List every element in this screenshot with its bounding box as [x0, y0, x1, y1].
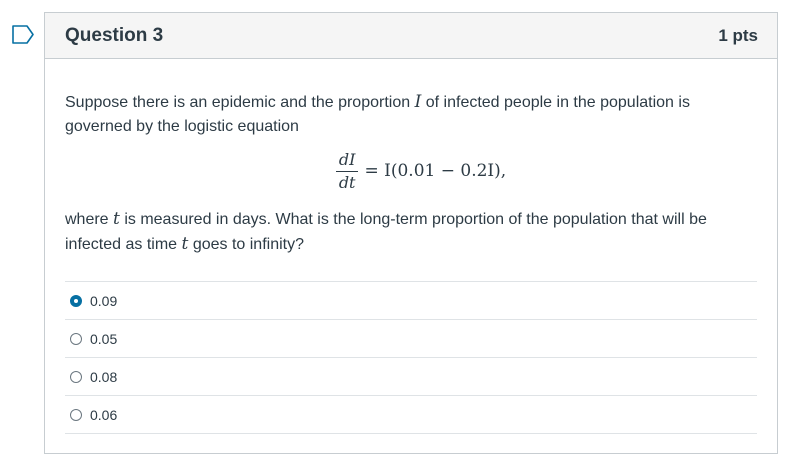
question-text-before: Suppose there is an epidemic and the pro…	[65, 94, 411, 111]
derivative-fraction: dI dt	[335, 149, 359, 193]
question-text-after-2: is measured in days. What is the long-te…	[65, 211, 707, 253]
fraction-bar	[335, 170, 359, 172]
math-variable-t-2: t	[181, 234, 189, 254]
question-header: Question 3 1 pts	[45, 13, 777, 59]
answer-option[interactable]: 0.08	[65, 357, 757, 395]
flag-question-icon[interactable]	[12, 25, 35, 44]
fraction-numerator: dI	[338, 149, 356, 169]
answer-label: 0.08	[90, 368, 118, 385]
question-text-intro: Suppose there is an epidemic and the pro…	[65, 90, 757, 139]
question-title: Question 3	[65, 24, 164, 46]
answer-list: 0.09 0.05 0.08 0.06	[65, 281, 757, 434]
logistic-equation: dI dt = I(0.01 − 0.2I),	[65, 147, 757, 195]
math-variable-I: I	[414, 92, 422, 112]
math-variable-t: t	[113, 209, 120, 229]
answer-option[interactable]: 0.06	[65, 395, 757, 434]
question-text-outro: where t is measured in days. What is the…	[65, 207, 757, 257]
equation-right-side: = I(0.01 − 0.2I),	[364, 161, 507, 181]
radio-button[interactable]	[70, 408, 82, 421]
answer-option[interactable]: 0.09	[65, 281, 757, 319]
question-text-after-1: where	[65, 211, 109, 228]
fraction-denominator: dt	[338, 172, 356, 192]
question-body: Suppose there is an epidemic and the pro…	[45, 59, 777, 434]
answer-option[interactable]: 0.05	[65, 319, 757, 357]
question-card: Question 3 1 pts Suppose there is an epi…	[44, 12, 778, 454]
answer-label: 0.06	[90, 406, 118, 423]
question-text-after-3: goes to infinity?	[192, 236, 304, 253]
radio-button[interactable]	[70, 370, 82, 383]
question-points: 1 pts	[718, 25, 758, 45]
radio-button-selected[interactable]	[70, 294, 82, 307]
answer-label: 0.09	[90, 292, 118, 309]
answer-label: 0.05	[90, 330, 118, 347]
radio-button[interactable]	[70, 332, 82, 345]
